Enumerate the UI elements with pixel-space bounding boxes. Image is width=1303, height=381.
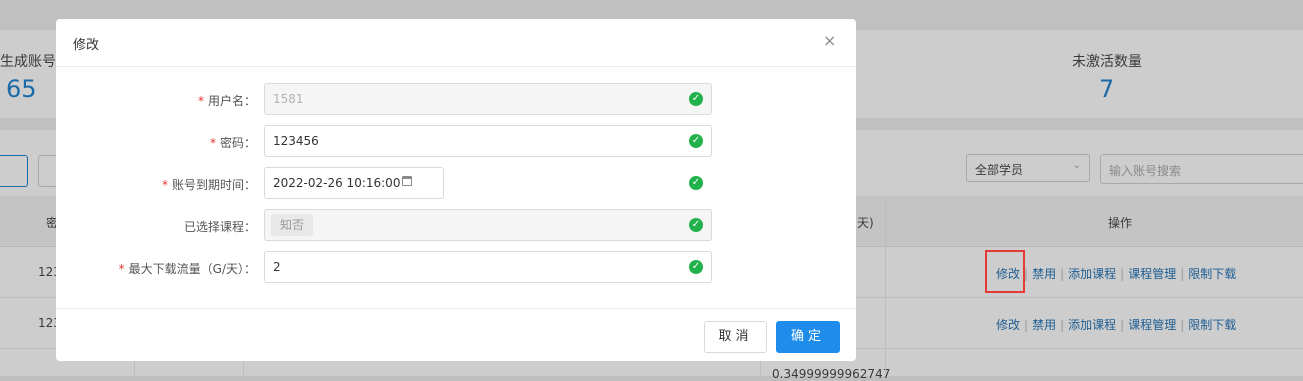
disable-link[interactable]: 禁用 (1032, 267, 1056, 281)
separator: | (1120, 318, 1125, 332)
form-row-courses: 已选择课程： 知否 ✓ (56, 209, 856, 243)
close-icon[interactable]: × (823, 32, 836, 50)
edit-link[interactable]: 修改 (996, 318, 1020, 332)
separator: | (1180, 267, 1185, 281)
required-mark: * (197, 94, 204, 108)
course-manage-link[interactable]: 课程管理 (1128, 318, 1176, 332)
stat-label-inactive: 未激活数量 (1072, 54, 1142, 70)
search-placeholder: 输入账号搜索 (1109, 164, 1182, 178)
bg-primary-button[interactable] (0, 155, 28, 187)
expiry-label: * 账号到期时间： (162, 176, 256, 193)
max-download-label: * 最大下载流量（G/天）： (119, 260, 256, 277)
username-field[interactable]: 1581 ✓ (264, 83, 712, 115)
limit-download-link[interactable]: 限制下载 (1188, 318, 1236, 332)
expiry-label-text: 账号到期时间： (171, 178, 256, 192)
form-row-expiry: * 账号到期时间： 2022-02-26 10:16:00 ✓ (56, 167, 856, 201)
student-select-value: 全部学员 (975, 163, 1024, 177)
expiry-value: 2022-02-26 10:16:00 (273, 176, 401, 190)
course-tag: 知否 (271, 214, 314, 236)
disable-link[interactable]: 禁用 (1032, 318, 1056, 332)
separator: | (1024, 318, 1029, 332)
courses-label: 已选择课程： (183, 220, 256, 234)
username-label: * 用户名： (198, 92, 256, 109)
highlight-box (985, 250, 1025, 293)
required-mark: * (161, 178, 168, 192)
password-field[interactable]: 123456 ✓ (264, 125, 712, 157)
separator: | (1060, 267, 1065, 281)
modal-header: 修改 × (56, 19, 856, 67)
password-label: * 密码： (210, 134, 256, 151)
calendar-icon (402, 176, 412, 186)
required-mark: * (209, 136, 216, 150)
modal-footer: 取消 确定 (56, 308, 856, 362)
expiry-date-picker[interactable]: 2022-02-26 10:16:00 (264, 167, 444, 199)
check-circle-icon: ✓ (689, 218, 703, 232)
separator: | (1060, 318, 1065, 332)
check-circle-icon: ✓ (689, 134, 703, 148)
search-input[interactable]: 输入账号搜索 (1100, 154, 1303, 184)
separator: | (1180, 318, 1185, 332)
stat-label-generated: 生成账号 (0, 54, 56, 70)
password-value: 123456 (273, 134, 319, 148)
row-actions: 修改 | 禁用 | 添加课程 | 课程管理 | 限制下载 (996, 265, 1236, 282)
table-header-actions: 操作 (1108, 216, 1133, 230)
separator: | (1120, 267, 1125, 281)
form-row-password: * 密码： 123456 ✓ (56, 125, 856, 159)
table-header-cell: 天) (857, 216, 874, 230)
cancel-button[interactable]: 取消 (704, 321, 767, 353)
username-value: 1581 (273, 92, 304, 106)
password-label-text: 密码： (219, 136, 256, 150)
courses-field[interactable]: 知否 ✓ (264, 209, 712, 241)
username-label-text: 用户名： (207, 94, 256, 108)
max-download-field[interactable]: 2 ✓ (264, 251, 712, 283)
course-manage-link[interactable]: 课程管理 (1128, 267, 1176, 281)
student-select[interactable]: 全部学员 ⌄ (966, 154, 1090, 182)
required-mark: * (118, 262, 125, 276)
value-cell: 0.34999999962747 (772, 367, 891, 381)
max-download-label-text: 最大下载流量（G/天）： (128, 262, 256, 276)
confirm-button[interactable]: 确定 (776, 321, 840, 353)
max-download-value: 2 (273, 260, 281, 274)
column-divider (885, 196, 886, 376)
form-row-username: * 用户名： 1581 ✓ (56, 83, 856, 117)
check-circle-icon: ✓ (689, 92, 703, 106)
row-actions: 修改 | 禁用 | 添加课程 | 课程管理 | 限制下载 (996, 316, 1236, 333)
stat-value-generated: 65 (6, 75, 37, 103)
chevron-down-icon: ⌄ (1072, 160, 1081, 171)
edit-modal: 修改 × * 用户名： 1581 ✓ * 密码： 123456 ✓ * 账号到期时间：… (56, 19, 856, 361)
stat-value-inactive: 7 (1099, 75, 1115, 103)
modal-title: 修改 (73, 38, 100, 53)
check-circle-icon: ✓ (689, 260, 703, 274)
limit-download-link[interactable]: 限制下载 (1188, 267, 1236, 281)
add-course-link[interactable]: 添加课程 (1068, 318, 1116, 332)
add-course-link[interactable]: 添加课程 (1068, 267, 1116, 281)
check-circle-icon: ✓ (689, 176, 703, 190)
form-row-max-download: * 最大下载流量（G/天）： 2 ✓ (56, 251, 856, 285)
